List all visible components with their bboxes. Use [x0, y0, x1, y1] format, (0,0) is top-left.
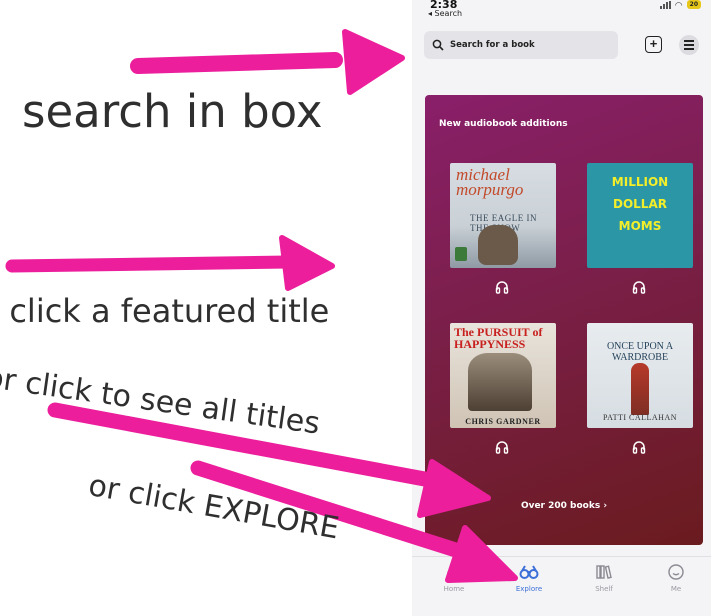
arrowhead-to-featured: [279, 235, 335, 291]
arrowhead-to-explore: [445, 525, 518, 583]
arrowhead-to-search: [342, 29, 405, 95]
arrow-to-featured: [5, 255, 295, 273]
arrowhead-to-see-all: [417, 459, 491, 518]
annotation-featured: r click a featured title: [0, 292, 330, 330]
arrow-to-search: [130, 52, 343, 74]
annotation-search: search in box: [22, 85, 323, 138]
